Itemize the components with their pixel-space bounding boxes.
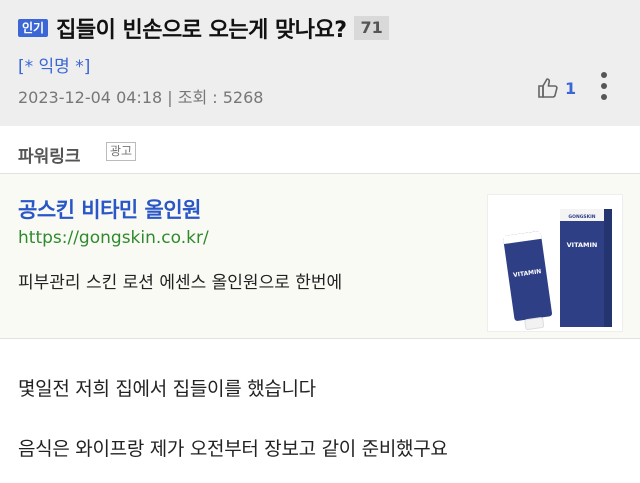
ad-url[interactable]: https://gongskin.co.kr/ (18, 228, 209, 248)
post-meta: 2023-12-04 04:18 | 조회 : 5268 (18, 88, 264, 107)
hot-badge: 인기 (18, 19, 49, 37)
title-row: 인기 집들이 빈손으로 오는게 맞나요? 71 (18, 12, 389, 44)
more-vertical-icon (601, 72, 607, 78)
powerlink-title: 파워링크 (18, 147, 81, 167)
ad-card[interactable]: 공스킨 비타민 올인원 https://gongskin.co.kr/ 피부관리… (0, 174, 640, 339)
like-count: 1 (565, 78, 577, 98)
ad-description: 피부관리 스킨 로션 에센스 올인원으로 한번에 (18, 273, 343, 293)
post-header: 인기 집들이 빈손으로 오는게 맞나요? 71 [* 익명 *] 2023-12… (0, 0, 640, 126)
post-author[interactable]: [* 익명 *] (18, 52, 90, 77)
thumbs-up-icon (538, 78, 558, 98)
like-button[interactable]: 1 (537, 76, 576, 100)
ad-headline[interactable]: 공스킨 비타민 올인원 (18, 194, 202, 224)
svg-text:VITAMIN: VITAMIN (567, 241, 598, 249)
more-options-button[interactable] (598, 72, 610, 106)
ad-product-image[interactable]: VITAMIN GONGSKIN VITAMIN (487, 194, 623, 332)
powerlink-section-header: 파워링크 광고 (0, 126, 640, 174)
post-title: 집들이 빈손으로 오는게 맞나요? (56, 18, 347, 43)
ad-tag: 광고 (106, 142, 137, 161)
content-line: 음식은 와이프랑 제가 오전부터 장보고 같이 준비했구요 (18, 438, 448, 460)
product-image-graphic: VITAMIN GONGSKIN VITAMIN (502, 209, 612, 331)
content-line: 몇일전 저희 집에서 집들이를 했습니다 (18, 378, 316, 400)
svg-text:GONGSKIN: GONGSKIN (568, 214, 595, 220)
comment-count-badge[interactable]: 71 (354, 16, 389, 40)
